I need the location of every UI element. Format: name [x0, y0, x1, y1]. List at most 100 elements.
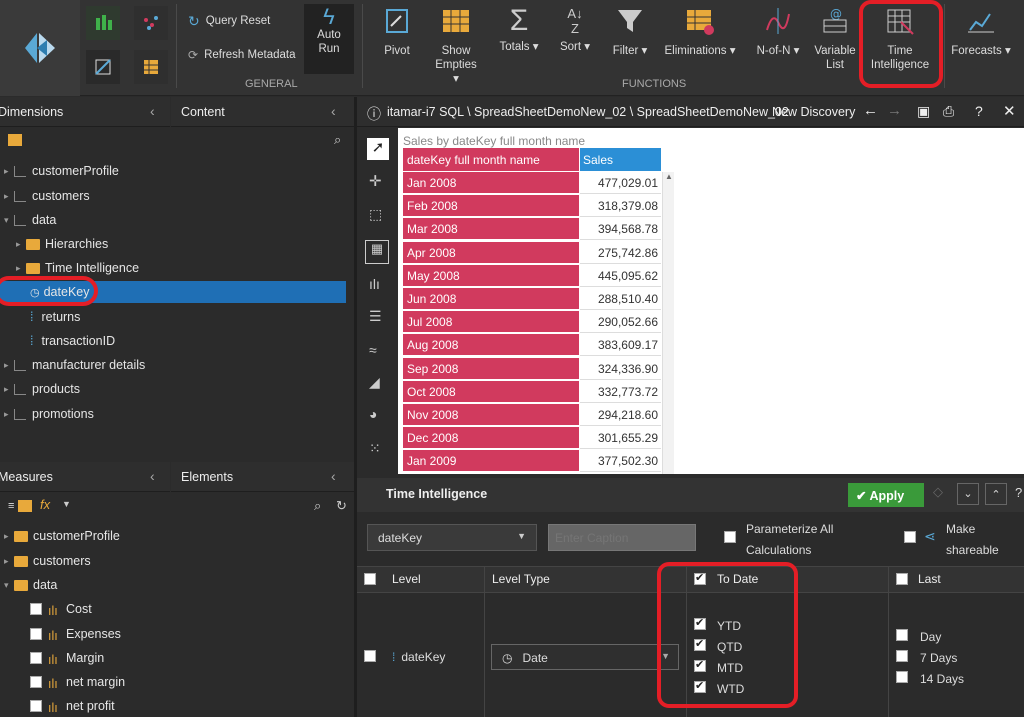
print-icon[interactable]: ⎙ [943, 103, 954, 120]
totals-button[interactable]: Σ Totals ▾ [496, 6, 542, 54]
measure-item-margin[interactable]: ılı Margin [30, 647, 104, 669]
tree-item-promotions[interactable]: ▸ promotions [4, 403, 94, 425]
sales-cell[interactable]: 477,029.01 [580, 172, 661, 194]
pointer-icon[interactable]: ➚ [367, 138, 389, 160]
sales-cell[interactable]: 275,742.86 [580, 241, 661, 264]
show-empties-button[interactable]: Show Empties ▾ [428, 6, 484, 86]
chevron-left-icon[interactable]: ‹ [331, 468, 336, 484]
close-icon[interactable]: ✕ [1003, 102, 1016, 120]
last-checkbox[interactable] [896, 566, 908, 592]
help-icon[interactable]: ? [975, 103, 983, 119]
formula-icon[interactable]: fx [40, 497, 50, 512]
refresh-icon[interactable]: ↻ [336, 498, 347, 514]
elements-tab[interactable]: Elements [181, 470, 233, 484]
expand-up-button[interactable]: ⌃ [985, 483, 1007, 505]
month-cell[interactable]: Oct 2008 [403, 380, 579, 403]
month-cell[interactable]: Mar 2008 [403, 218, 579, 241]
search-icon[interactable]: ⌕ [314, 498, 321, 514]
apply-button[interactable]: ✔ Apply [848, 483, 924, 507]
grid-header-sales[interactable]: Sales [580, 148, 661, 171]
auto-run-button[interactable]: ϟ Auto Run [304, 4, 354, 74]
chevron-down-icon[interactable]: ▼ [62, 499, 71, 509]
collapse-down-button[interactable]: ⌄ [957, 483, 979, 505]
checkbox[interactable] [30, 628, 42, 640]
refresh-metadata-button[interactable]: ⟳ Refresh Metadata [188, 48, 295, 62]
checkbox[interactable] [30, 676, 42, 688]
calendar-icon[interactable] [8, 134, 22, 146]
area-chart-icon[interactable]: ◢ [369, 374, 380, 391]
filter-button[interactable]: Filter ▾ [608, 6, 652, 58]
grid-icon[interactable]: ▦ [365, 240, 389, 264]
chevron-left-icon[interactable]: ‹ [150, 103, 155, 119]
sales-cell[interactable]: 294,218.60 [580, 404, 661, 426]
variable-list-button[interactable]: @ Variable List [810, 6, 860, 72]
table-row[interactable]: Sep 2008 324,336.90 [403, 357, 661, 381]
measure-item-data[interactable]: ▾ data [4, 574, 57, 596]
forward-arrow-icon[interactable]: → [887, 102, 902, 119]
shareable-checkbox[interactable] [904, 531, 916, 546]
diamond-icon[interactable]: ◇ [933, 484, 943, 500]
month-cell[interactable]: Jan 2008 [403, 172, 579, 194]
query-reset-button[interactable]: ↻ Query Reset [188, 14, 270, 28]
month-cell[interactable]: Nov 2008 [403, 404, 579, 426]
table-row[interactable]: Aug 2008 383,609.17 [403, 334, 661, 357]
table-row[interactable]: May 2008 445,095.62 [403, 264, 661, 288]
forecasts-button[interactable]: Forecasts ▾ [950, 6, 1012, 58]
column-chart-icon[interactable]: ılı [369, 276, 380, 292]
sales-cell[interactable]: 332,773.72 [580, 380, 661, 403]
tree-item-transactionid[interactable]: ⁞ transactionID [30, 330, 115, 352]
sales-cell[interactable]: 394,568.78 [580, 218, 661, 241]
tree-item-returns[interactable]: ⁞ returns [30, 306, 80, 328]
scatter-chart-icon[interactable]: ⁙ [369, 440, 381, 457]
month-cell[interactable]: Sep 2008 [403, 357, 579, 380]
table-row[interactable]: Mar 2008 394,568.78 [403, 218, 661, 241]
table-row[interactable]: Dec 2008 301,655.29 [403, 427, 661, 450]
table-row[interactable]: Oct 2008 332,773.72 [403, 380, 661, 404]
sales-cell[interactable]: 324,336.90 [580, 357, 661, 380]
info-icon[interactable]: ⓘ [367, 104, 381, 124]
month-cell[interactable]: Aug 2008 [403, 334, 579, 357]
sort-button[interactable]: A↓ Z Sort ▾ [554, 6, 596, 54]
scroll-up-icon[interactable]: ▲ [665, 172, 673, 181]
month-cell[interactable]: Jan 2009 [403, 450, 579, 473]
checkbox[interactable] [30, 652, 42, 664]
table-row[interactable]: Nov 2008 294,218.60 [403, 404, 661, 427]
bar-chart-view-icon[interactable] [86, 6, 120, 40]
scatter-view-icon[interactable] [134, 6, 168, 40]
table-row[interactable]: Apr 2008 275,742.86 [403, 241, 661, 265]
month-cell[interactable]: Jul 2008 [403, 311, 579, 334]
7-days-checkbox[interactable] [896, 650, 908, 665]
measure-item-net-profit[interactable]: ılı net profit [30, 695, 115, 717]
sales-cell[interactable]: 383,609.17 [580, 334, 661, 357]
grid-view-icon[interactable] [134, 50, 168, 84]
month-cell[interactable]: Feb 2008 [403, 195, 579, 218]
sales-cell[interactable]: 288,510.40 [580, 288, 661, 310]
tree-item-manufacturer-details[interactable]: ▸ manufacturer details [4, 354, 145, 376]
measure-item-customerprofile[interactable]: ▸ customerProfile [4, 525, 120, 547]
grid-header-month[interactable]: dateKey full month name [403, 148, 579, 171]
back-arrow-icon[interactable]: ← [863, 102, 878, 119]
grid-scrollbar[interactable]: ▲ [662, 172, 674, 474]
select-all-checkbox[interactable] [364, 566, 376, 592]
day-checkbox[interactable] [896, 629, 908, 644]
chevron-left-icon[interactable]: ‹ [331, 103, 336, 119]
sales-cell[interactable]: 445,095.62 [580, 264, 661, 287]
design-view-icon[interactable] [86, 50, 120, 84]
line-chart-icon[interactable]: ≈ [369, 342, 377, 358]
dimension-select[interactable]: dateKey ▼ [367, 524, 537, 551]
sales-cell[interactable]: 301,655.29 [580, 427, 661, 450]
month-cell[interactable]: Dec 2008 [403, 427, 579, 450]
content-tab[interactable]: Content [181, 105, 225, 119]
sales-cell[interactable]: 318,379.08 [580, 195, 661, 218]
chevron-left-icon[interactable]: ‹ [150, 468, 155, 484]
month-cell[interactable]: May 2008 [403, 264, 579, 287]
table-row[interactable]: Jun 2008 288,510.40 [403, 288, 661, 311]
calendar-icon[interactable] [18, 500, 32, 512]
table-row[interactable]: Feb 2008 318,379.08 [403, 195, 661, 218]
month-cell[interactable]: Jun 2008 [403, 288, 579, 310]
tree-item-products[interactable]: ▸ products [4, 378, 80, 400]
month-cell[interactable]: Apr 2008 [403, 241, 579, 264]
sales-cell[interactable]: 290,052.66 [580, 311, 661, 334]
table-row[interactable]: Jul 2008 290,052.66 [403, 311, 661, 334]
level-type-select[interactable]: ◷ Date ▼ [491, 644, 679, 670]
